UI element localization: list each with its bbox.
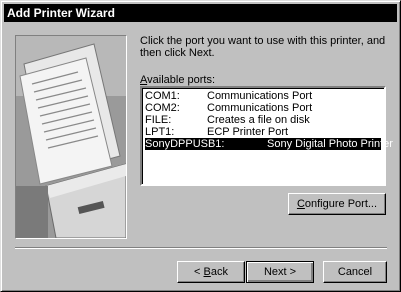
configure-accel: C bbox=[296, 198, 305, 210]
next-label: Next > bbox=[263, 266, 297, 278]
port-description: Sony Digital Photo Printer bbox=[267, 138, 393, 150]
list-item[interactable]: LPT1: ECP Printer Port bbox=[145, 126, 381, 138]
cancel-label: Cancel bbox=[337, 266, 373, 278]
ports-listbox[interactable]: COM1: Communications Port COM2: Communic… bbox=[140, 86, 393, 186]
list-item[interactable]: COM1: Communications Port bbox=[145, 90, 381, 102]
back-label: ack bbox=[210, 266, 228, 278]
printer-image-icon bbox=[16, 36, 126, 238]
port-name: SonyDPPUSB1: bbox=[145, 138, 225, 150]
port-description: Communications Port bbox=[207, 90, 313, 102]
port-name: FILE: bbox=[145, 114, 172, 126]
instruction-text: Click the port you want to use with this… bbox=[140, 35, 386, 59]
list-item[interactable]: FILE: Creates a file on disk bbox=[145, 114, 381, 126]
port-name: LPT1: bbox=[145, 126, 175, 138]
back-button[interactable]: < Back bbox=[177, 261, 245, 283]
list-item-selected[interactable]: SonyDPPUSB1: Sony Digital Photo Printer bbox=[145, 138, 393, 150]
cancel-button[interactable]: Cancel bbox=[323, 261, 387, 283]
back-accel: B bbox=[203, 266, 211, 278]
available-ports-label: Available ports: bbox=[140, 74, 215, 86]
title-bar: Add Printer Wizard bbox=[4, 4, 397, 22]
configure-port-button[interactable]: Configure Port... bbox=[288, 193, 386, 215]
add-printer-wizard-window: Add Printer Wizard Click the port you wa… bbox=[0, 0, 401, 292]
port-description: Communications Port bbox=[207, 102, 313, 114]
port-description: ECP Printer Port bbox=[207, 126, 289, 138]
separator bbox=[15, 247, 387, 249]
printer-illustration bbox=[15, 35, 127, 239]
configure-label: onfigure Port... bbox=[304, 198, 378, 210]
next-button[interactable]: Next > bbox=[246, 261, 314, 283]
back-prefix: < bbox=[194, 266, 204, 278]
list-item[interactable]: COM2: Communications Port bbox=[145, 102, 381, 114]
port-name: COM2: bbox=[145, 102, 180, 114]
port-name: COM1: bbox=[145, 90, 180, 102]
available-ports-label-rest: vailable ports: bbox=[147, 74, 216, 86]
port-description: Creates a file on disk bbox=[207, 114, 310, 126]
